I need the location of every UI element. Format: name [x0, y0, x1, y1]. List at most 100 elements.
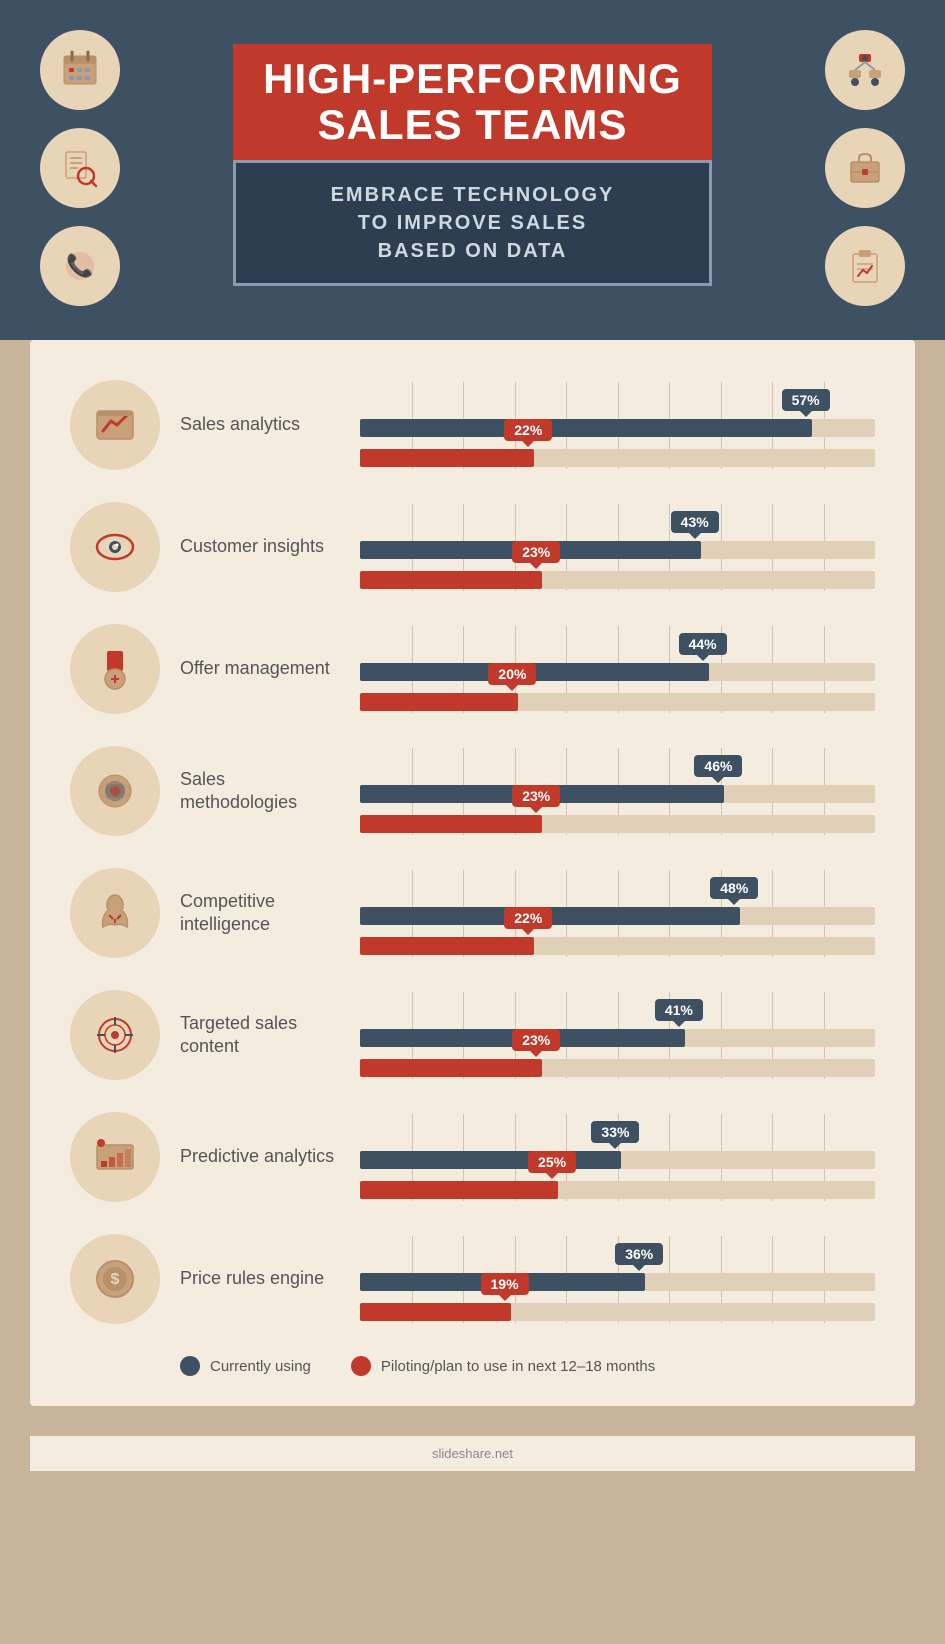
- legend-currently-using: Currently using: [180, 1356, 311, 1376]
- bars-customer-insights: 43% 23%: [360, 504, 875, 591]
- red-badge-sales-methodologies: 23%: [512, 785, 560, 807]
- row-label-sales-methodologies: Sales methodologies: [180, 768, 340, 815]
- legend: Currently using Piloting/plan to use in …: [70, 1356, 875, 1376]
- dark-badge-offer-management: 44%: [679, 633, 727, 655]
- row-icon-sales-methodologies: [70, 746, 160, 836]
- row-label-targeted-sales-content: Targeted sales content: [180, 1012, 340, 1059]
- title-line1: HIGH-PERFORMING: [263, 56, 682, 102]
- red-badge-targeted-sales-content: 23%: [512, 1029, 560, 1051]
- svg-text:📞: 📞: [66, 251, 94, 278]
- chart-row-competitive-intelligence: Competitive intelligence 48%: [70, 868, 875, 958]
- bars-predictive-analytics: 33% 25%: [360, 1114, 875, 1201]
- row-label-customer-insights: Customer insights: [180, 535, 340, 558]
- bars-sales-methodologies: 46% 23%: [360, 748, 875, 835]
- legend-red-label: Piloting/plan to use in next 12–18 month…: [381, 1358, 655, 1375]
- header-icons-right: [825, 30, 905, 306]
- row-icon-price-rules-engine: $: [70, 1234, 160, 1324]
- row-icon-offer-management: [70, 624, 160, 714]
- header-icons-left: 📞: [40, 30, 120, 306]
- chart-section-sales-methodologies: 46% 23%: [360, 748, 875, 835]
- dark-fill-predictive-analytics: 33%: [360, 1151, 621, 1169]
- red-bar-wrapper-targeted-sales-content: 23%: [360, 1057, 875, 1079]
- network-icon: [825, 30, 905, 110]
- chart-container: Sales analytics 57% 22%: [70, 380, 875, 1324]
- chart-row-sales-analytics: Sales analytics 57% 22%: [70, 380, 875, 470]
- main-content: Sales analytics 57% 22%: [30, 340, 915, 1406]
- dark-badge-targeted-sales-content: 41%: [655, 999, 703, 1021]
- red-bar-wrapper-predictive-analytics: 25%: [360, 1179, 875, 1201]
- red-bar-wrapper-customer-insights: 23%: [360, 569, 875, 591]
- chart-section-offer-management: 44% 20%: [360, 626, 875, 713]
- red-fill-predictive-analytics: 25%: [360, 1181, 558, 1199]
- red-badge-offer-management: 20%: [488, 663, 536, 685]
- legend-dot-dark: [180, 1356, 200, 1376]
- row-icon-sales-analytics: [70, 380, 160, 470]
- red-bar-wrapper-offer-management: 20%: [360, 691, 875, 713]
- legend-dark-label: Currently using: [210, 1358, 311, 1375]
- red-badge-sales-analytics: 22%: [504, 419, 552, 441]
- dark-bar-wrapper-sales-analytics: 57%: [360, 417, 875, 439]
- row-label-price-rules-engine: Price rules engine: [180, 1267, 340, 1290]
- bars-sales-analytics: 57% 22%: [360, 382, 875, 469]
- red-bar-wrapper-sales-methodologies: 23%: [360, 813, 875, 835]
- chart-row-sales-methodologies: Sales methodologies 46% 23: [70, 746, 875, 836]
- dark-badge-competitive-intelligence: 48%: [710, 877, 758, 899]
- dark-badge-price-rules-engine: 36%: [615, 1243, 663, 1265]
- red-badge-competitive-intelligence: 22%: [504, 907, 552, 929]
- red-fill-customer-insights: 23%: [360, 571, 542, 589]
- dark-badge-predictive-analytics: 33%: [591, 1121, 639, 1143]
- dark-badge-sales-methodologies: 46%: [694, 755, 742, 777]
- subtitle-text: EMBRACE TECHNOLOGYTO IMPROVE SALESBASED …: [266, 181, 679, 265]
- row-icon-targeted-sales-content: [70, 990, 160, 1080]
- chart-row-offer-management: Offer management 44% 20%: [70, 624, 875, 714]
- chart-section-customer-insights: 43% 23%: [360, 504, 875, 591]
- title-box: HIGH-PERFORMING SALES TEAMS EMBRACE TECH…: [233, 44, 712, 286]
- briefcase-icon: [825, 128, 905, 208]
- red-fill-sales-methodologies: 23%: [360, 815, 542, 833]
- chart-section-targeted-sales-content: 41% 23%: [360, 992, 875, 1079]
- dark-bar-wrapper-customer-insights: 43%: [360, 539, 875, 561]
- dark-bar-wrapper-price-rules-engine: 36%: [360, 1271, 875, 1293]
- row-icon-competitive-intelligence: [70, 868, 160, 958]
- legend-piloting: Piloting/plan to use in next 12–18 month…: [351, 1356, 655, 1376]
- red-badge-price-rules-engine: 19%: [481, 1273, 529, 1295]
- chart-row-targeted-sales-content: Targeted sales content 41%: [70, 990, 875, 1080]
- red-fill-offer-management: 20%: [360, 693, 518, 711]
- phone-icon: 📞: [40, 226, 120, 306]
- chart-row-customer-insights: Customer insights 43% 23%: [70, 502, 875, 592]
- dark-fill-sales-analytics: 57%: [360, 419, 812, 437]
- red-badge-customer-insights: 23%: [512, 541, 560, 563]
- red-bar-wrapper-sales-analytics: 22%: [360, 447, 875, 469]
- red-bar-wrapper-price-rules-engine: 19%: [360, 1301, 875, 1323]
- red-fill-price-rules-engine: 19%: [360, 1303, 511, 1321]
- footer-source: slideshare.net: [432, 1446, 513, 1461]
- dark-bar-wrapper-offer-management: 44%: [360, 661, 875, 683]
- row-label-predictive-analytics: Predictive analytics: [180, 1145, 340, 1168]
- title-line2: SALES TEAMS: [263, 102, 682, 148]
- red-fill-sales-analytics: 22%: [360, 449, 534, 467]
- dark-bar-wrapper-targeted-sales-content: 41%: [360, 1027, 875, 1049]
- red-fill-competitive-intelligence: 22%: [360, 937, 534, 955]
- chart-row-predictive-analytics: Predictive analytics 33% 2: [70, 1112, 875, 1202]
- dark-badge-sales-analytics: 57%: [782, 389, 830, 411]
- chart-row-price-rules-engine: $ Price rules engine 36%: [70, 1234, 875, 1324]
- title-bottom-bg: EMBRACE TECHNOLOGYTO IMPROVE SALESBASED …: [233, 160, 712, 286]
- dark-badge-customer-insights: 43%: [671, 511, 719, 533]
- chart-section-price-rules-engine: 36% 19%: [360, 1236, 875, 1323]
- bars-offer-management: 44% 20%: [360, 626, 875, 713]
- row-label-sales-analytics: Sales analytics: [180, 413, 340, 436]
- header-section: 📞 HIGH-PERFORMING SALES TEAMS EMBRACE TE…: [0, 0, 945, 340]
- dark-bar-wrapper-predictive-analytics: 33%: [360, 1149, 875, 1171]
- red-bar-wrapper-competitive-intelligence: 22%: [360, 935, 875, 957]
- calendar-icon: [40, 30, 120, 110]
- bars-price-rules-engine: 36% 19%: [360, 1236, 875, 1323]
- row-label-offer-management: Offer management: [180, 657, 340, 680]
- legend-dot-red: [351, 1356, 371, 1376]
- bars-targeted-sales-content: 41% 23%: [360, 992, 875, 1079]
- row-icon-customer-insights: [70, 502, 160, 592]
- dark-bar-wrapper-sales-methodologies: 46%: [360, 783, 875, 805]
- chart-section-competitive-intelligence: 48% 22%: [360, 870, 875, 957]
- clipboard-chart-icon: [825, 226, 905, 306]
- red-fill-targeted-sales-content: 23%: [360, 1059, 542, 1077]
- chart-section-predictive-analytics: 33% 25%: [360, 1114, 875, 1201]
